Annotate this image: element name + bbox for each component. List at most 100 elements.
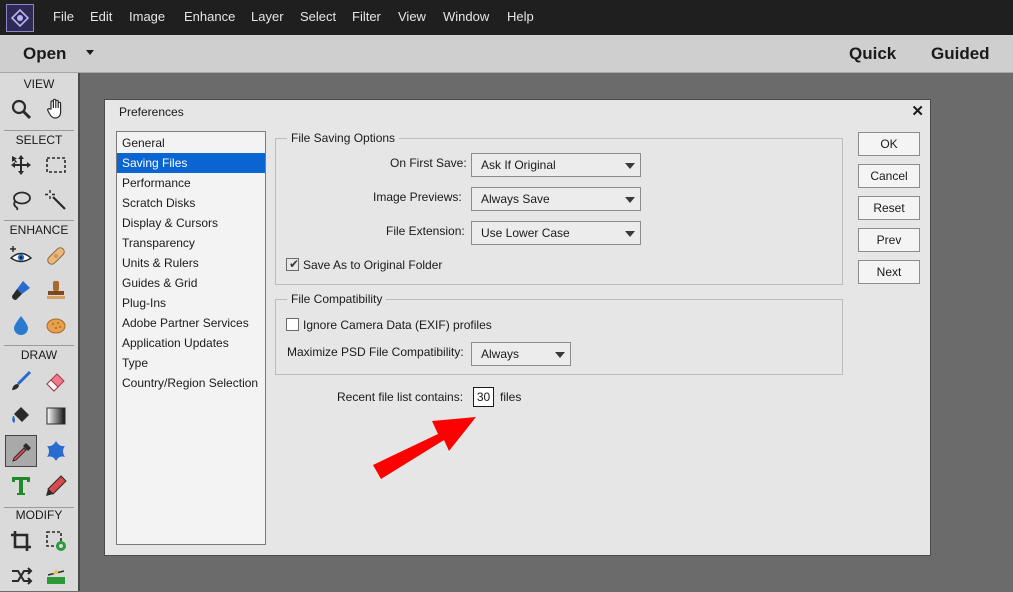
chevron-down-icon (625, 197, 635, 203)
options-bar: Open Quick Guided (0, 35, 1013, 73)
recent-files-suffix: files (500, 390, 522, 404)
zoom-icon[interactable] (5, 93, 37, 125)
sponge-icon[interactable] (40, 309, 72, 341)
toolbox: VIEW SELECT ENHANCE DRAW MODIFY (0, 73, 80, 591)
toolbox-section-draw: DRAW (20, 348, 58, 362)
category-adobe-partner-services[interactable]: Adobe Partner Services (117, 313, 265, 333)
chevron-down-icon (625, 163, 635, 169)
quick-selection-icon[interactable] (40, 184, 72, 216)
crop-icon[interactable] (5, 525, 37, 557)
mode-quick-tab[interactable]: Quick (849, 44, 896, 64)
clone-stamp-icon[interactable] (40, 274, 72, 306)
gradient-icon[interactable] (40, 400, 72, 432)
recent-files-count-input[interactable]: 30 (473, 387, 494, 407)
paint-bucket-icon[interactable] (5, 400, 37, 432)
move-icon[interactable] (5, 149, 37, 181)
file-compatibility-group: File Compatibility Ignore Camera Data (E… (275, 292, 843, 375)
eyedropper-icon[interactable] (5, 435, 37, 467)
toolbox-section-enhance: ENHANCE (9, 223, 69, 237)
blur-icon[interactable] (5, 309, 37, 341)
chevron-down-icon (555, 352, 565, 358)
smart-brush-icon[interactable] (5, 274, 37, 306)
toolbox-section-modify: MODIFY (15, 508, 63, 522)
menu-layer[interactable]: Layer (251, 9, 284, 24)
category-list: General Saving Files Performance Scratch… (116, 131, 266, 545)
reset-button[interactable]: Reset (858, 196, 920, 220)
image-previews-label: Image Previews: (373, 190, 462, 204)
maximize-psd-select[interactable]: Always (471, 342, 571, 366)
brush-icon[interactable] (5, 365, 37, 397)
category-scratch-disks[interactable]: Scratch Disks (117, 193, 265, 213)
menu-help[interactable]: Help (507, 9, 534, 24)
ignore-exif-label: Ignore Camera Data (EXIF) profiles (303, 318, 492, 332)
category-guides-grid[interactable]: Guides & Grid (117, 273, 265, 293)
on-first-save-select[interactable]: Ask If Original (471, 153, 641, 177)
on-first-save-value: Ask If Original (481, 158, 556, 172)
maximize-psd-label: Maximize PSD File Compatibility: (287, 345, 464, 359)
file-extension-value: Use Lower Case (481, 226, 570, 240)
category-country-region[interactable]: Country/Region Selection (117, 373, 265, 393)
lasso-icon[interactable] (5, 184, 37, 216)
save-as-original-label: Save As to Original Folder (303, 258, 443, 272)
chevron-down-icon (625, 231, 635, 237)
dialog-title: Preferences (119, 105, 184, 119)
category-type[interactable]: Type (117, 353, 265, 373)
mode-guided-tab[interactable]: Guided (931, 44, 990, 64)
toolbox-section-view: VIEW (23, 77, 55, 91)
toolbox-section-select: SELECT (15, 133, 63, 147)
image-previews-select[interactable]: Always Save (471, 187, 641, 211)
open-button[interactable]: Open (23, 44, 66, 64)
menu-enhance[interactable]: Enhance (184, 9, 235, 24)
menu-bar: File Edit Image Enhance Layer Select Fil… (0, 0, 1013, 35)
menu-select[interactable]: Select (300, 9, 336, 24)
menu-file[interactable]: File (53, 9, 74, 24)
custom-shape-icon[interactable] (40, 435, 72, 467)
marquee-icon[interactable] (40, 149, 72, 181)
preferences-dialog: Preferences ✕ General Saving Files Perfo… (104, 99, 931, 556)
category-saving-files[interactable]: Saving Files (117, 153, 265, 173)
eraser-icon[interactable] (40, 365, 72, 397)
menu-image[interactable]: Image (129, 9, 165, 24)
red-eye-icon[interactable] (5, 240, 37, 272)
ok-button[interactable]: OK (858, 132, 920, 156)
category-general[interactable]: General (117, 133, 265, 153)
straighten-icon[interactable] (40, 560, 72, 592)
file-extension-select[interactable]: Use Lower Case (471, 221, 641, 245)
category-performance[interactable]: Performance (117, 173, 265, 193)
save-as-original-checkbox[interactable]: ✔ (286, 257, 300, 271)
toolbox-divider (4, 345, 74, 346)
menu-view[interactable]: View (398, 9, 426, 24)
prev-button[interactable]: Prev (858, 228, 920, 252)
menu-edit[interactable]: Edit (90, 9, 112, 24)
toolbox-divider (4, 220, 74, 221)
next-button[interactable]: Next (858, 260, 920, 284)
checkmark-icon: ✔ (289, 257, 300, 271)
pencil-icon[interactable] (40, 470, 72, 502)
file-saving-options-title: File Saving Options (287, 131, 400, 145)
category-display-cursors[interactable]: Display & Cursors (117, 213, 265, 233)
file-extension-label: File Extension: (386, 224, 465, 238)
image-previews-value: Always Save (481, 192, 550, 206)
recompose-icon[interactable] (40, 525, 72, 557)
close-icon[interactable]: ✕ (911, 102, 924, 120)
annotation-arrow-icon (373, 417, 476, 479)
file-compatibility-title: File Compatibility (287, 292, 387, 306)
file-saving-options-group: File Saving Options On First Save: Ask I… (275, 131, 843, 285)
hand-icon[interactable] (40, 93, 72, 125)
menu-filter[interactable]: Filter (352, 9, 381, 24)
category-transparency[interactable]: Transparency (117, 233, 265, 253)
maximize-psd-value: Always (481, 347, 520, 361)
cancel-button[interactable]: Cancel (858, 164, 920, 188)
category-application-updates[interactable]: Application Updates (117, 333, 265, 353)
ignore-exif-checkbox[interactable] (286, 318, 299, 331)
app-logo-icon (6, 4, 34, 32)
menu-window[interactable]: Window (443, 9, 489, 24)
recent-files-label: Recent file list contains: (337, 390, 464, 404)
category-plug-ins[interactable]: Plug-Ins (117, 293, 265, 313)
category-units-rulers[interactable]: Units & Rulers (117, 253, 265, 273)
content-aware-move-icon[interactable] (5, 560, 37, 592)
spot-healing-icon[interactable] (40, 240, 72, 272)
toolbox-divider (4, 130, 74, 131)
open-dropdown-chevron-icon[interactable] (86, 50, 94, 55)
type-icon[interactable] (5, 470, 37, 502)
